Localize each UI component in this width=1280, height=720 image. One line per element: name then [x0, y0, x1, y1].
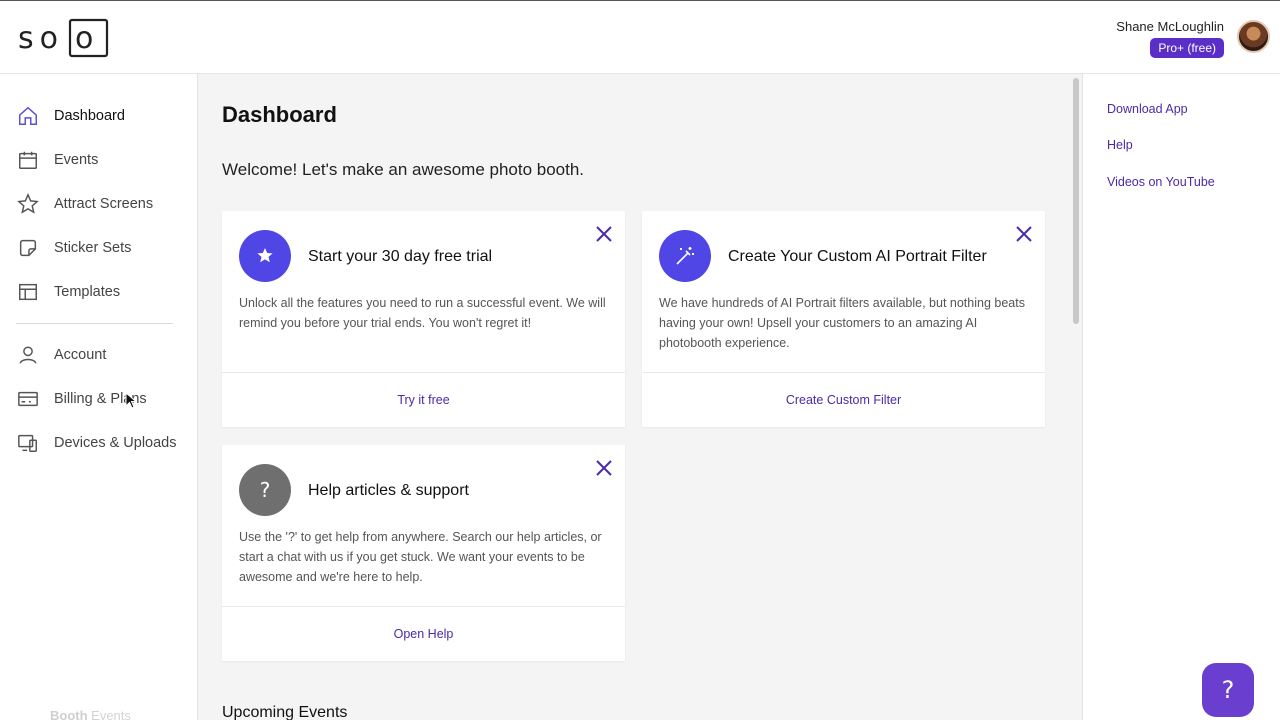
- sidebar-divider: [16, 323, 173, 324]
- card-body: Unlock all the features you need to run …: [239, 296, 606, 330]
- sticker-icon: [16, 236, 40, 260]
- top-bar: so o Shane McLoughlin Pro+ (free): [0, 0, 1280, 74]
- star-icon: [16, 192, 40, 216]
- help-support-card: ? Help articles & support Use the '?' to…: [222, 445, 625, 661]
- custom-ai-filter-card: Create Your Custom AI Portrait Filter We…: [642, 211, 1045, 427]
- sidebar-item-events[interactable]: Events: [16, 146, 98, 174]
- right-panel: Download App Help Videos on YouTube: [1082, 74, 1280, 720]
- svg-text:?: ?: [260, 478, 271, 502]
- sidebar-item-label: Dashboard: [54, 108, 125, 124]
- star-badge-icon: [239, 230, 291, 282]
- sidebar-item-label: Devices & Uploads: [54, 435, 177, 451]
- sidebar-item-label: Attract Screens: [54, 196, 154, 212]
- credit-card-icon: [16, 387, 40, 411]
- user-icon: [16, 343, 40, 367]
- calendar-icon: [16, 148, 40, 172]
- svg-text:o: o: [75, 21, 93, 56]
- sidebar-item-sticker-sets[interactable]: Sticker Sets: [16, 234, 131, 262]
- sidebar-item-attract-screens[interactable]: Attract Screens: [16, 190, 153, 218]
- close-icon[interactable]: [595, 459, 613, 477]
- sidebar-item-label: Account: [54, 347, 107, 363]
- solo-logo[interactable]: so o: [18, 18, 110, 58]
- template-icon: [16, 280, 40, 304]
- card-title: Start your 30 day free trial: [308, 248, 493, 265]
- sidebar: Dashboard Events Attract Screens Sticker…: [0, 74, 198, 720]
- home-icon: [16, 104, 40, 128]
- main-scrollbar[interactable]: [1070, 74, 1082, 720]
- devices-icon: [16, 431, 40, 455]
- question-icon: ?: [1221, 676, 1235, 704]
- mouse-cursor-icon: [125, 392, 137, 409]
- sidebar-item-label: Events: [54, 152, 99, 168]
- card-title: Create Your Custom AI Portrait Filter: [728, 248, 987, 265]
- close-icon[interactable]: [595, 225, 613, 243]
- open-help-button[interactable]: Open Help: [222, 607, 625, 661]
- user-name[interactable]: Shane McLoughlin: [1116, 19, 1224, 34]
- sidebar-item-label: Sticker Sets: [54, 240, 132, 256]
- sidebar-item-templates[interactable]: Templates: [16, 278, 120, 306]
- sidebar-item-dashboard[interactable]: Dashboard: [16, 102, 125, 130]
- scrollbar-thumb[interactable]: [1073, 78, 1079, 324]
- close-icon[interactable]: [1015, 225, 1033, 243]
- plan-badge[interactable]: Pro+ (free): [1150, 38, 1224, 58]
- page-title: Dashboard: [222, 102, 337, 127]
- download-app-link[interactable]: Download App: [1107, 102, 1188, 116]
- sidebar-item-devices[interactable]: Devices & Uploads: [16, 429, 177, 457]
- help-link[interactable]: Help: [1107, 138, 1133, 152]
- card-body: We have hundreds of AI Portrait filters …: [659, 296, 1025, 350]
- welcome-message: Welcome! Let's make an awesome photo boo…: [222, 160, 585, 179]
- card-body: Use the '?' to get help from anywhere. S…: [239, 530, 602, 584]
- avatar[interactable]: [1237, 20, 1270, 53]
- free-trial-card: Start your 30 day free trial Unlock all …: [222, 211, 625, 427]
- sidebar-footer-brand: Booth Events: [50, 708, 131, 720]
- card-title: Help articles & support: [308, 482, 469, 499]
- sidebar-item-label: Templates: [54, 284, 121, 300]
- youtube-videos-link[interactable]: Videos on YouTube: [1107, 175, 1215, 189]
- create-custom-filter-button[interactable]: Create Custom Filter: [642, 373, 1045, 427]
- question-icon: ?: [239, 464, 291, 516]
- magic-wand-icon: [659, 230, 711, 282]
- svg-text:so: so: [18, 21, 64, 56]
- sidebar-item-account[interactable]: Account: [16, 341, 106, 369]
- try-it-free-button[interactable]: Try it free: [222, 373, 625, 427]
- upcoming-events-heading: Upcoming Events: [222, 704, 348, 720]
- help-fab-button[interactable]: ?: [1202, 663, 1254, 717]
- main-content: Dashboard Welcome! Let's make an awesome…: [198, 74, 1070, 720]
